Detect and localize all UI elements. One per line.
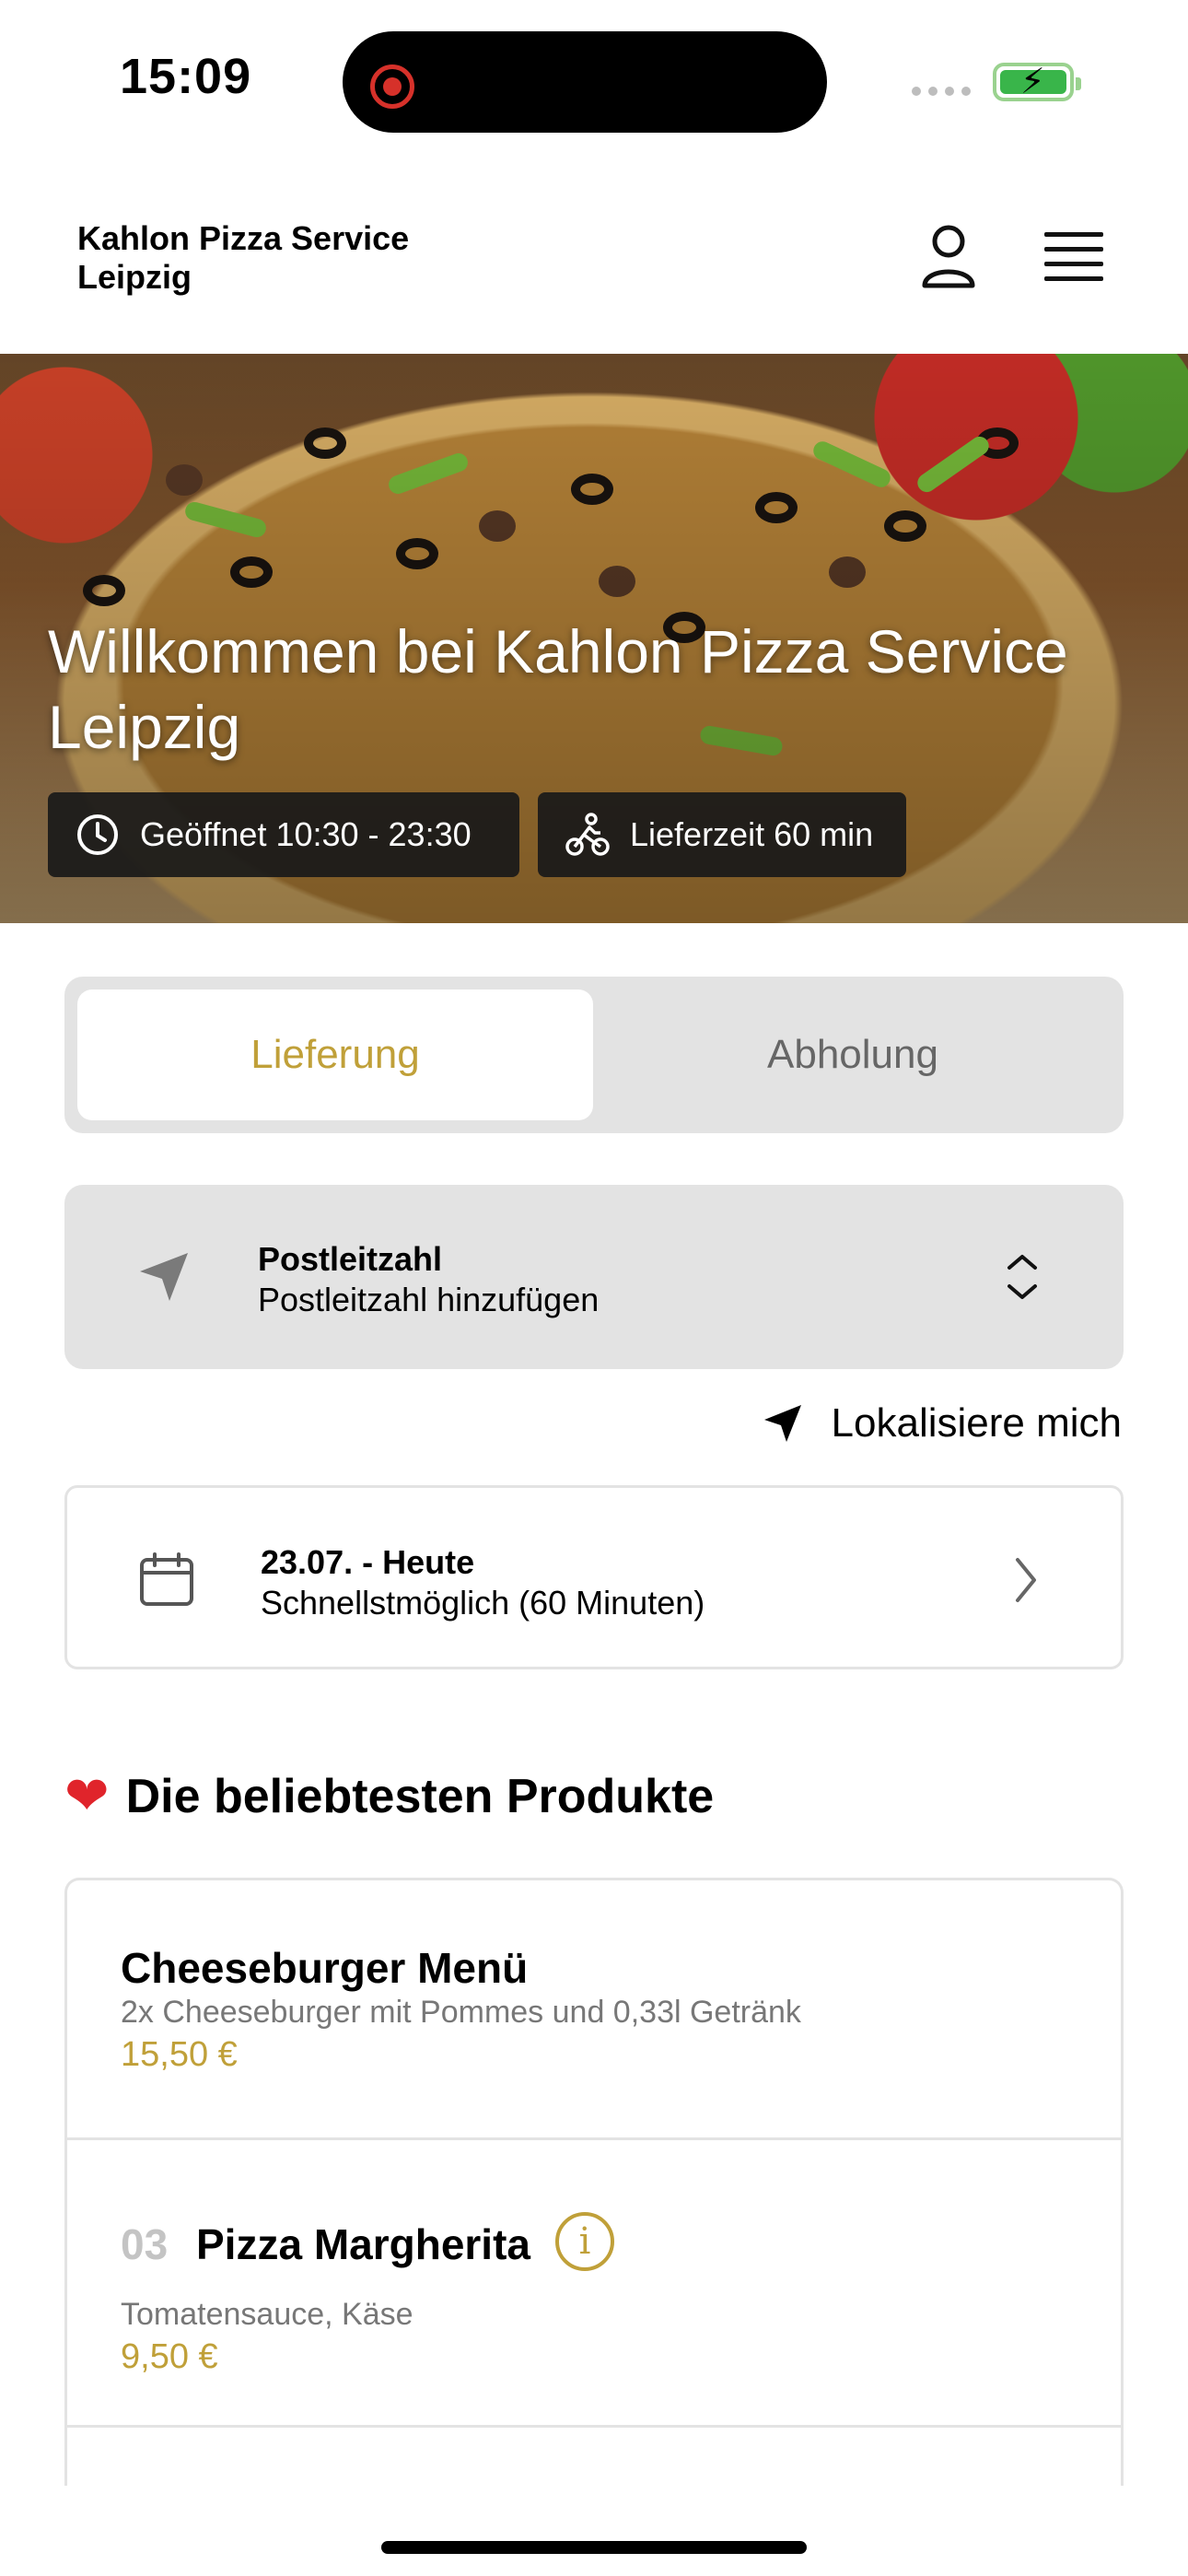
app-header: Kahlon Pizza Service Leipzig [0, 157, 1188, 354]
tab-pickup[interactable]: Abholung [595, 989, 1111, 1120]
welcome-title: Willkommen bei Kahlon Pizza Service Leip… [48, 617, 1068, 761]
location-arrow-icon [763, 1405, 801, 1442]
clock-icon [77, 814, 118, 855]
product-price: 15,50 € [121, 2035, 238, 2074]
product-price: 9,50 € [121, 2337, 218, 2376]
brand-line-1: Kahlon Pizza Service [77, 219, 410, 257]
postcode-placeholder: Postleitzahl hinzufügen [258, 1281, 600, 1318]
product-number: 03 [121, 2220, 169, 2268]
postcode-selector[interactable]: Postleitzahl Postleitzahl hinzufügen [64, 1185, 1124, 1369]
location-arrow-icon [140, 1253, 188, 1301]
delivery-time-selector[interactable]: 23.07. - Heute Schnellstmöglich (60 Minu… [64, 1485, 1124, 1669]
calendar-icon [140, 1552, 193, 1606]
home-indicator[interactable] [381, 2541, 807, 2554]
tab-delivery[interactable]: Lieferung [77, 989, 593, 1120]
locate-me-button[interactable]: Lokalisiere mich [762, 1400, 1122, 1446]
postcode-label: Postleitzahl [258, 1240, 443, 1278]
delivery-slot: Schnellstmöglich (60 Minuten) [261, 1584, 705, 1622]
brand-name[interactable]: Kahlon Pizza Service Leipzig [77, 219, 409, 297]
opening-hours-badge: Geöffnet 10:30 - 23:30 [48, 792, 519, 877]
hamburger-menu-icon[interactable] [1044, 232, 1103, 284]
popular-products-heading: ❤ Die beliebtesten Produkte [64, 1769, 714, 1824]
delivery-date: 23.07. - Heute [261, 1543, 475, 1581]
battery-charging-icon: ⚡ [993, 63, 1081, 101]
product-name: Pizza Margherita [196, 2220, 530, 2268]
brand-line-2: Leipzig [77, 258, 192, 296]
hero-banner: Willkommen bei Kahlon Pizza Service Leip… [0, 354, 1188, 923]
locate-me-label: Lokalisiere mich [831, 1400, 1122, 1446]
product-description: 2x Cheeseburger mit Pommes und 0,33l Get… [121, 1995, 801, 2030]
delivery-time-text: Lieferzeit 60 min [630, 815, 874, 853]
recording-indicator-icon [370, 64, 414, 109]
popular-products-list: Cheeseburger Menü 2x Cheeseburger mit Po… [64, 1878, 1124, 2486]
delivery-time-badge: Lieferzeit 60 min [538, 792, 906, 877]
info-icon[interactable]: i [555, 2212, 614, 2271]
popular-products-title: Die beliebtesten Produkte [125, 1770, 715, 1823]
status-bar: 15:09 ⚡ [0, 0, 1188, 157]
chevron-up-down-icon [1007, 1255, 1037, 1299]
order-mode-switch: Lieferung Abholung [64, 977, 1124, 1133]
opening-hours-text: Geöffnet 10:30 - 23:30 [140, 815, 472, 853]
heart-icon: ❤ [64, 1766, 110, 1826]
product-name: Cheeseburger Menü [121, 1944, 529, 1992]
list-item[interactable]: 03 Pizza Margherita i Tomatensauce, Käse… [67, 2140, 1121, 2428]
user-account-icon[interactable] [919, 223, 978, 289]
product-description: Tomatensauce, Käse [121, 2297, 413, 2332]
signal-icon [912, 87, 971, 96]
chevron-right-icon [1016, 1558, 1036, 1602]
bicycle-courier-icon [565, 813, 610, 856]
dynamic-island [343, 31, 827, 133]
status-time: 15:09 [120, 49, 252, 104]
list-item[interactable]: Cheeseburger Menü 2x Cheeseburger mit Po… [67, 1880, 1121, 2140]
